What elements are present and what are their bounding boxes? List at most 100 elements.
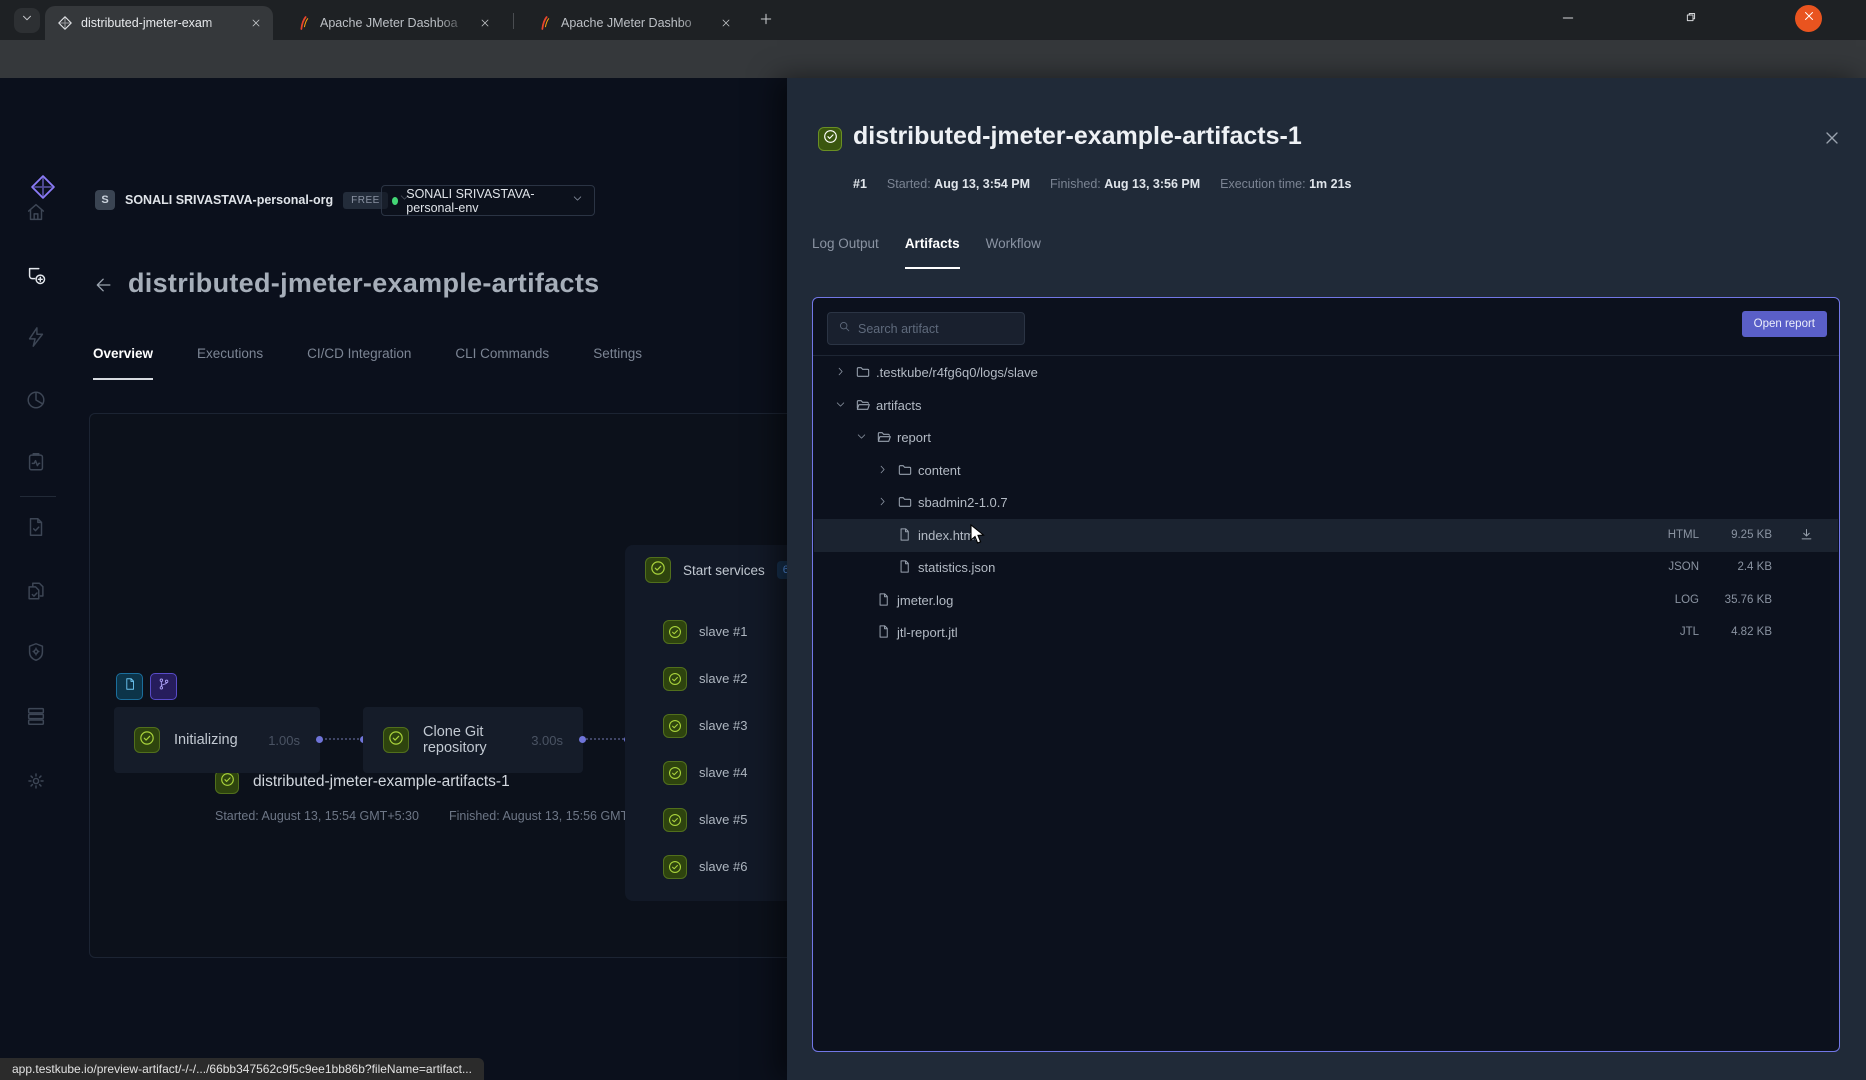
sidebar-item-lightning[interactable]	[18, 319, 54, 355]
minimize-button[interactable]	[1555, 7, 1581, 33]
tab-overview[interactable]: Overview	[93, 346, 153, 371]
sidebar-item-shield-gear[interactable]	[18, 634, 54, 670]
chevron-down-icon[interactable]	[834, 398, 847, 411]
chevron-down-icon[interactable]	[855, 430, 868, 443]
home-icon	[25, 201, 47, 223]
sidebar-item-doc-check[interactable]	[18, 509, 54, 545]
chevron-down-icon	[20, 11, 34, 30]
slave-label: slave #4	[699, 765, 747, 780]
page-title: distributed-jmeter-example-artifacts	[128, 268, 599, 299]
sidebar-item-clipboard-pulse[interactable]	[18, 444, 54, 480]
slave-label: slave #5	[699, 812, 747, 827]
tree-folder-row[interactable]: content	[814, 454, 1838, 487]
close-window-button[interactable]	[1795, 5, 1822, 32]
workflow-connector	[320, 738, 363, 740]
browser-tab[interactable]: distributed-jmeter-exam	[45, 6, 273, 40]
artifact-badge-button[interactable]	[116, 673, 143, 700]
gear-icon	[25, 770, 47, 792]
tab-close-button[interactable]	[476, 14, 494, 32]
success-check-icon	[215, 770, 239, 794]
org-selector[interactable]: S SONALI SRIVASTAVA-personal-org FREE	[95, 186, 411, 214]
sidebar-item-pie-chart[interactable]	[18, 382, 54, 418]
drawer-tab-workflow[interactable]: Workflow	[986, 236, 1041, 263]
plus-icon	[758, 11, 774, 32]
tab-ci-cd-integration[interactable]: CI/CD Integration	[307, 346, 411, 371]
drawer-tab-log-output[interactable]: Log Output	[812, 236, 879, 263]
git-badge-button[interactable]	[150, 673, 177, 700]
file-type-label: HTML	[1668, 529, 1699, 541]
success-check-icon	[663, 855, 687, 879]
tab-search-button[interactable]	[14, 8, 40, 33]
slave-label: slave #6	[699, 859, 747, 874]
tree-file-row[interactable]: jmeter.logLOG35.76 KB	[814, 584, 1838, 617]
browser-toolbar: app.testkube.io/organization/sonali-sriv…	[0, 40, 1866, 78]
success-check-icon	[663, 808, 687, 832]
chevron-right-icon[interactable]	[876, 495, 889, 508]
meta-item: Started: Aug 13, 3:54 PM	[887, 177, 1030, 191]
artifact-search[interactable]	[827, 312, 1025, 345]
file-icon	[123, 677, 137, 696]
drawer-close-button[interactable]	[1822, 128, 1842, 153]
tree-file-row[interactable]: statistics.jsonJSON2.4 KB	[814, 551, 1838, 584]
clipboard-pulse-icon	[25, 451, 47, 473]
drawer-tab-artifacts[interactable]: Artifacts	[905, 236, 960, 263]
search-input[interactable]	[858, 322, 998, 336]
sidebar-item-server-rows[interactable]	[18, 698, 54, 734]
environment-selector[interactable]: SONALI SRIVASTAVA-personal-env	[381, 185, 595, 216]
back-to-list-button[interactable]	[94, 275, 114, 300]
folder-icon	[855, 364, 871, 380]
close-icon	[1802, 9, 1816, 28]
lightning-icon	[25, 326, 47, 348]
meta-item: Finished: Aug 13, 3:56 PM	[1050, 177, 1200, 191]
sidebar-item-gear[interactable]	[18, 763, 54, 799]
sidebar-item-docs-multi[interactable]	[18, 573, 54, 609]
app-root: S SONALI SRIVASTAVA-personal-org FREE SO…	[0, 78, 1866, 1080]
node-duration: 1.00s	[268, 733, 300, 748]
tree-file-row[interactable]: jtl-report.jtlJTL4.82 KB	[814, 616, 1838, 649]
tree-folder-row[interactable]: artifacts	[814, 389, 1838, 422]
tree-item-name: sbadmin2-1.0.7	[918, 495, 1008, 510]
slave-label: slave #1	[699, 624, 747, 639]
open-report-button[interactable]: Open report	[1742, 311, 1827, 337]
screen: distributed-jmeter-exam Apache JMeter Das…	[0, 0, 1866, 1080]
tree-folder-row[interactable]: report	[814, 421, 1838, 454]
tab-executions[interactable]: Executions	[197, 346, 263, 371]
docs-multi-icon	[25, 580, 47, 602]
workflow-node-initializing[interactable]: Initializing 1.00s	[114, 707, 320, 773]
drawer-status-badge	[818, 127, 842, 151]
file-type-label: LOG	[1675, 594, 1699, 606]
tab-cli-commands[interactable]: CLI Commands	[455, 346, 549, 371]
tree-folder-row[interactable]: .testkube/r4fg6q0/logs/slave	[814, 356, 1838, 389]
execution-drawer: distributed-jmeter-example-artifacts-1 #…	[787, 78, 1866, 1080]
browser-tabstrip: distributed-jmeter-exam Apache JMeter Das…	[0, 0, 1866, 40]
maximize-button[interactable]	[1677, 7, 1703, 33]
browser-tab[interactable]: Apache JMeter Dashbo	[525, 6, 743, 40]
tab-close-button[interactable]	[717, 14, 735, 32]
success-check-icon	[663, 620, 687, 644]
file-size-label: 9.25 KB	[1731, 529, 1772, 541]
tree-file-row[interactable]: index.htmlHTML9.25 KB	[814, 519, 1838, 552]
sidebar-item-add-workflow[interactable]	[18, 257, 54, 293]
chevron-right-icon[interactable]	[876, 463, 889, 476]
chevron-right-icon[interactable]	[834, 365, 847, 378]
tab-close-button[interactable]	[247, 14, 265, 32]
node-label: Initializing	[174, 732, 238, 748]
tab-settings[interactable]: Settings	[593, 346, 642, 371]
browser-tab[interactable]: Apache JMeter Dashboa	[284, 6, 502, 40]
tree-folder-row[interactable]: sbadmin2-1.0.7	[814, 486, 1838, 519]
pie-chart-icon	[25, 389, 47, 411]
sidebar-divider	[20, 496, 56, 497]
download-file-icon[interactable]	[1799, 527, 1814, 542]
meta-item: Execution time: 1m 21s	[1220, 177, 1351, 191]
workflow-node-clone-git[interactable]: Clone Git repository 3.00s	[363, 707, 583, 773]
new-tab-button[interactable]	[753, 8, 779, 34]
tree-item-name: artifacts	[876, 398, 922, 413]
link-preview-status: app.testkube.io/preview-artifact/-/-/...…	[0, 1058, 484, 1080]
tree-item-name: report	[897, 430, 931, 445]
org-avatar: S	[95, 190, 115, 210]
jmeter-favicon-icon	[537, 15, 553, 31]
execution-name: distributed-jmeter-example-artifacts-1	[253, 773, 510, 791]
slave-label: slave #3	[699, 718, 747, 733]
sidebar-item-home[interactable]	[18, 194, 54, 230]
success-check-icon	[645, 557, 671, 583]
